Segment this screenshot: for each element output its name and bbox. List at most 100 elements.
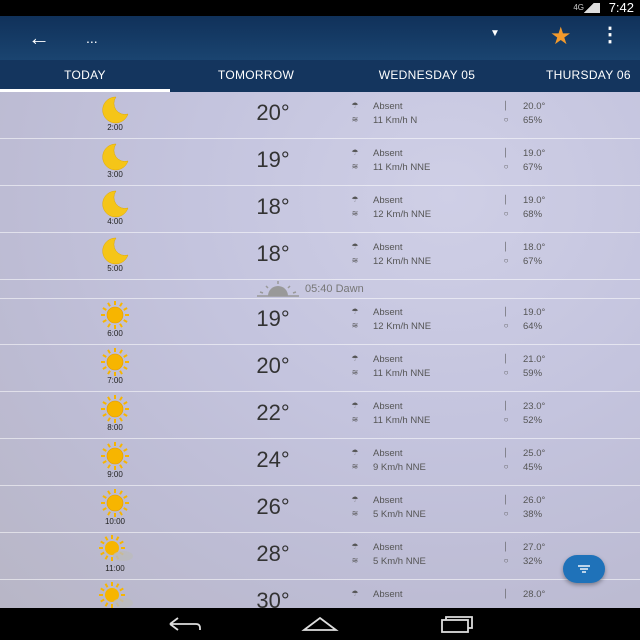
wind-value: 11 Km/h NNE xyxy=(373,368,431,379)
thermometer-icon: │ xyxy=(503,242,509,251)
tab-tomorrow[interactable]: TOMORROW xyxy=(170,60,342,92)
temperature: 19° xyxy=(256,147,290,172)
hourly-row[interactable]: 9:00 24° ☂ Absent ≋ 9 Km/h NNE │ 25.0° ○ 45% xyxy=(0,439,640,486)
precipitation-value: Absent xyxy=(373,542,403,553)
perceived-temperature: 26.0° xyxy=(523,495,546,506)
sun-icon xyxy=(92,488,138,518)
hourly-row[interactable]: 6:00 19° ☂ Absent ≋ 12 Km/h NNE │ 19.0° ○ 64% xyxy=(0,298,640,345)
sun-cloud-icon xyxy=(92,535,138,565)
perceived-temperature: 21.0° xyxy=(523,354,546,365)
status-bar: 4G 7:42 xyxy=(0,0,640,16)
precipitation-value: Absent xyxy=(373,589,403,600)
hour-label: 9:00 xyxy=(107,470,123,479)
wind-value: 9 Km/h NNE xyxy=(373,462,426,473)
hourly-row[interactable]: 12:0030°☂Absent│28.0° xyxy=(0,580,640,608)
moon-icon xyxy=(92,94,138,124)
precipitation-icon: ☂ xyxy=(351,589,359,598)
wind-value: 5 Km/h NNE xyxy=(373,509,426,520)
wind-icon: ≋ xyxy=(351,209,359,218)
precipitation-value: Absent xyxy=(373,495,403,506)
humidity-value: 67% xyxy=(523,256,543,267)
wind-icon: ≋ xyxy=(351,415,359,424)
nav-recents-icon[interactable] xyxy=(436,614,476,634)
perceived-temperature: 28.0° xyxy=(523,589,546,600)
temperature: 18° xyxy=(256,241,290,266)
location-dropdown-icon[interactable]: ▼ xyxy=(490,28,500,39)
temperature: 19° xyxy=(256,306,290,331)
hour-label: 6:00 xyxy=(107,329,123,338)
moon-icon xyxy=(92,188,138,218)
hourly-row[interactable]: 3:00 19° ☂ Absent ≋ 11 Km/h NNE │ 19.0° ○ 67% xyxy=(0,139,640,186)
sun-icon xyxy=(92,394,138,424)
perceived-temperature: 19.0° xyxy=(523,307,546,318)
hourly-row[interactable]: 11:00 28° ☂ Absent ≋ 5 Km/h NNE │ 27.0° ○ 32% xyxy=(0,533,640,580)
wind-icon: ≋ xyxy=(351,509,359,518)
hourly-forecast-list[interactable]: 05:40 Dawn 2:00 20° ☂ Absent ≋ 11 Km/h N │ 20.0… xyxy=(0,92,640,608)
wind-icon: ≋ xyxy=(351,115,359,124)
wind-value: 11 Km/h NNE xyxy=(373,415,431,426)
app-bar: ← ... ▼ ★ ⋮ xyxy=(0,16,640,60)
humidity-value: 45% xyxy=(523,462,543,473)
tab-wednesday[interactable]: WEDNESDAY 05 xyxy=(342,60,512,92)
hourly-row[interactable]: 4:00 18° ☂ Absent ≋ 12 Km/h NNE │ 19.0° ○ 68% xyxy=(0,186,640,233)
temperature: 26° xyxy=(256,494,290,519)
hourly-row[interactable]: 10:00 26° ☂ Absent ≋ 5 Km/h NNE │ 26.0° ○ 38% xyxy=(0,486,640,533)
humidity-value: 67% xyxy=(523,162,543,173)
precipitation-value: Absent xyxy=(373,148,403,159)
sun-cloud-icon xyxy=(92,582,138,608)
hourly-row[interactable]: 5:00 18° ☂ Absent ≋ 12 Km/h NNE │ 18.0° ○ 67% xyxy=(0,233,640,280)
overflow-menu-icon[interactable]: ⋮ xyxy=(600,22,620,47)
wind-icon: ≋ xyxy=(351,256,359,265)
network-type: 4G xyxy=(573,3,584,12)
humidity-drop-icon: ○ xyxy=(503,368,509,377)
hour-label: 5:00 xyxy=(107,264,123,273)
back-arrow-icon[interactable]: ← xyxy=(28,24,50,52)
hourly-row[interactable]: 7:00 20° ☂ Absent ≋ 11 Km/h NNE │ 21.0° ○ 59% xyxy=(0,345,640,392)
humidity-value: 64% xyxy=(523,321,543,332)
humidity-drop-icon: ○ xyxy=(503,209,509,218)
wind-icon: ≋ xyxy=(351,162,359,171)
humidity-value: 52% xyxy=(523,415,543,426)
humidity-drop-icon: ○ xyxy=(503,321,509,330)
precipitation-value: Absent xyxy=(373,401,403,412)
wind-value: 12 Km/h NNE xyxy=(373,209,432,220)
location-title[interactable]: ... xyxy=(86,30,98,46)
humidity-drop-icon: ○ xyxy=(503,415,509,424)
wind-value: 12 Km/h NNE xyxy=(373,256,432,267)
humidity-drop-icon: ○ xyxy=(503,509,509,518)
humidity-drop-icon: ○ xyxy=(503,462,509,471)
thermometer-icon: │ xyxy=(503,495,509,504)
list-filter-icon xyxy=(578,565,590,573)
moon-icon xyxy=(92,235,138,265)
sunrise-icon xyxy=(257,281,299,297)
precipitation-icon: ☂ xyxy=(351,307,359,316)
precipitation-icon: ☂ xyxy=(351,401,359,410)
clock: 7:42 xyxy=(608,0,634,15)
temperature: 22° xyxy=(256,400,290,425)
precipitation-icon: ☂ xyxy=(351,148,359,157)
wind-icon: ≋ xyxy=(351,462,359,471)
sun-icon xyxy=(92,441,138,471)
filter-fab-button[interactable] xyxy=(563,555,605,583)
nav-home-icon[interactable] xyxy=(300,614,340,634)
precipitation-value: Absent xyxy=(373,448,403,459)
hourly-row[interactable]: 8:00 22° ☂ Absent ≋ 11 Km/h NNE │ 23.0° ○ 52% xyxy=(0,392,640,439)
hourly-row[interactable]: 2:00 20° ☂ Absent ≋ 11 Km/h N │ 20.0° ○ 65% xyxy=(0,92,640,139)
thermometer-icon: │ xyxy=(503,354,509,363)
perceived-temperature: 20.0° xyxy=(523,101,546,112)
precipitation-value: Absent xyxy=(373,195,403,206)
favorite-star-icon[interactable]: ★ xyxy=(550,22,572,51)
tab-thursday[interactable]: THURSDAY 06 xyxy=(512,60,640,92)
precipitation-icon: ☂ xyxy=(351,101,359,110)
nav-back-icon[interactable] xyxy=(164,614,204,634)
thermometer-icon: │ xyxy=(503,195,509,204)
wind-icon: ≋ xyxy=(351,321,359,330)
precipitation-icon: ☂ xyxy=(351,542,359,551)
hour-label: 3:00 xyxy=(107,170,123,179)
precipitation-icon: ☂ xyxy=(351,448,359,457)
tab-today[interactable]: TODAY xyxy=(0,60,170,92)
humidity-value: 32% xyxy=(523,556,543,567)
humidity-drop-icon: ○ xyxy=(503,162,509,171)
precipitation-icon: ☂ xyxy=(351,354,359,363)
humidity-drop-icon: ○ xyxy=(503,256,509,265)
